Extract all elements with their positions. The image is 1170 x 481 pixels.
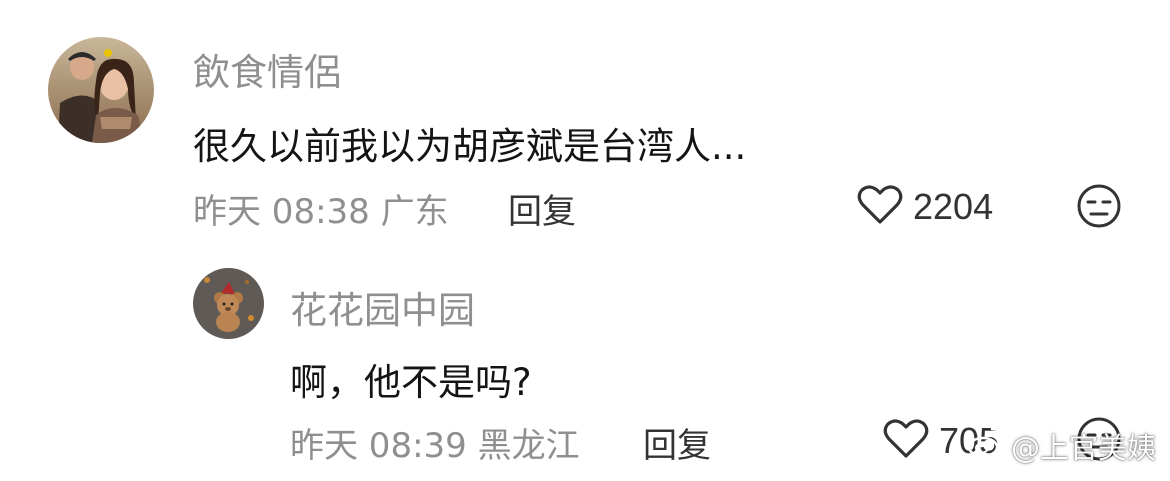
comment-location: 广东 xyxy=(380,192,449,232)
heart-icon xyxy=(857,185,903,229)
comment-text: 很久以前我以为胡彦斌是台湾人... xyxy=(193,125,747,168)
reply-time: 昨天 08:39 xyxy=(290,426,467,466)
reply-button[interactable]: 回复 xyxy=(508,184,576,233)
comment-time: 昨天 08:38 xyxy=(193,192,370,232)
dislike-face-icon xyxy=(1076,184,1122,233)
comment-username[interactable]: 飲食情侶 xyxy=(193,42,341,96)
comment-meta: 昨天 08:38 广东 xyxy=(193,184,449,233)
weibo-logo-icon xyxy=(967,427,1006,465)
reply-text: 啊，他不是吗? xyxy=(290,361,532,404)
like-button[interactable]: 2204 xyxy=(857,185,993,229)
reply-meta: 昨天 08:39 黑龙江 xyxy=(290,418,580,467)
reply-avatar[interactable] xyxy=(193,268,264,339)
avatar-image xyxy=(48,37,154,143)
watermark: @上官美姨 xyxy=(967,425,1156,467)
watermark-text: @上官美姨 xyxy=(1010,431,1156,465)
reply-reply-button[interactable]: 回复 xyxy=(643,418,711,467)
reply-location: 黑龙江 xyxy=(477,426,580,466)
avatar[interactable] xyxy=(48,37,154,143)
avatar-image xyxy=(193,268,264,339)
like-count: 2204 xyxy=(913,186,994,227)
heart-icon xyxy=(883,419,929,463)
reply-username[interactable]: 花花园中园 xyxy=(290,280,475,334)
dislike-button[interactable] xyxy=(1076,183,1122,233)
